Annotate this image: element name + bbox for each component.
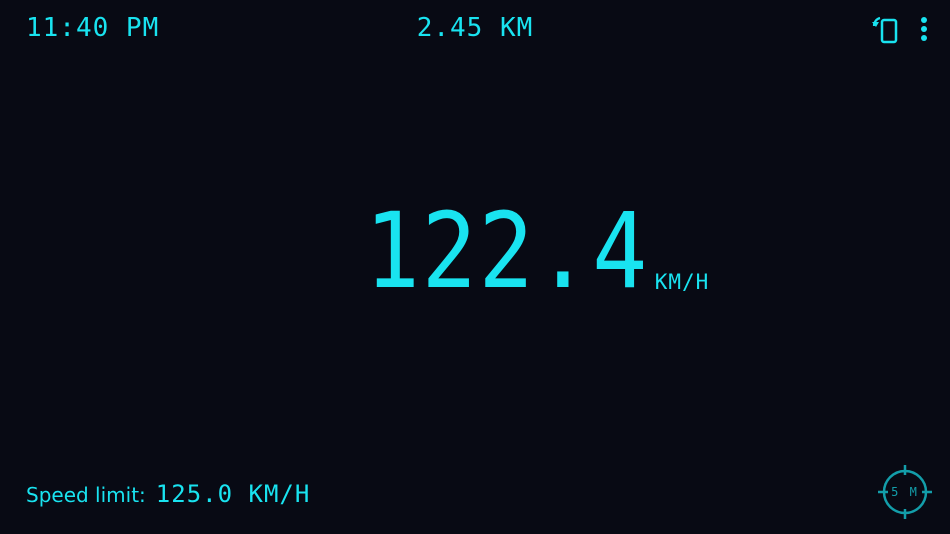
speed-limit[interactable]: Speed limit: 125.0 KM/H bbox=[26, 480, 310, 508]
speed-limit-value: 125.0 KM/H bbox=[155, 480, 311, 508]
speed-limit-label: Speed limit: bbox=[26, 483, 146, 507]
rotate-screen-button[interactable] bbox=[870, 12, 904, 46]
more-vertical-icon bbox=[921, 17, 927, 41]
gps-accuracy-value: 5 M bbox=[891, 485, 919, 499]
rotate-screen-icon bbox=[872, 16, 898, 44]
current-speed: 122.4 bbox=[364, 190, 649, 312]
speedometer: 122.4 KM/H bbox=[0, 196, 950, 306]
gps-accuracy-indicator: 5 M bbox=[878, 465, 932, 519]
trip-distance: 2.45 KM bbox=[416, 13, 534, 43]
speed-unit: KM/H bbox=[654, 270, 710, 294]
more-menu-button[interactable] bbox=[912, 12, 936, 46]
